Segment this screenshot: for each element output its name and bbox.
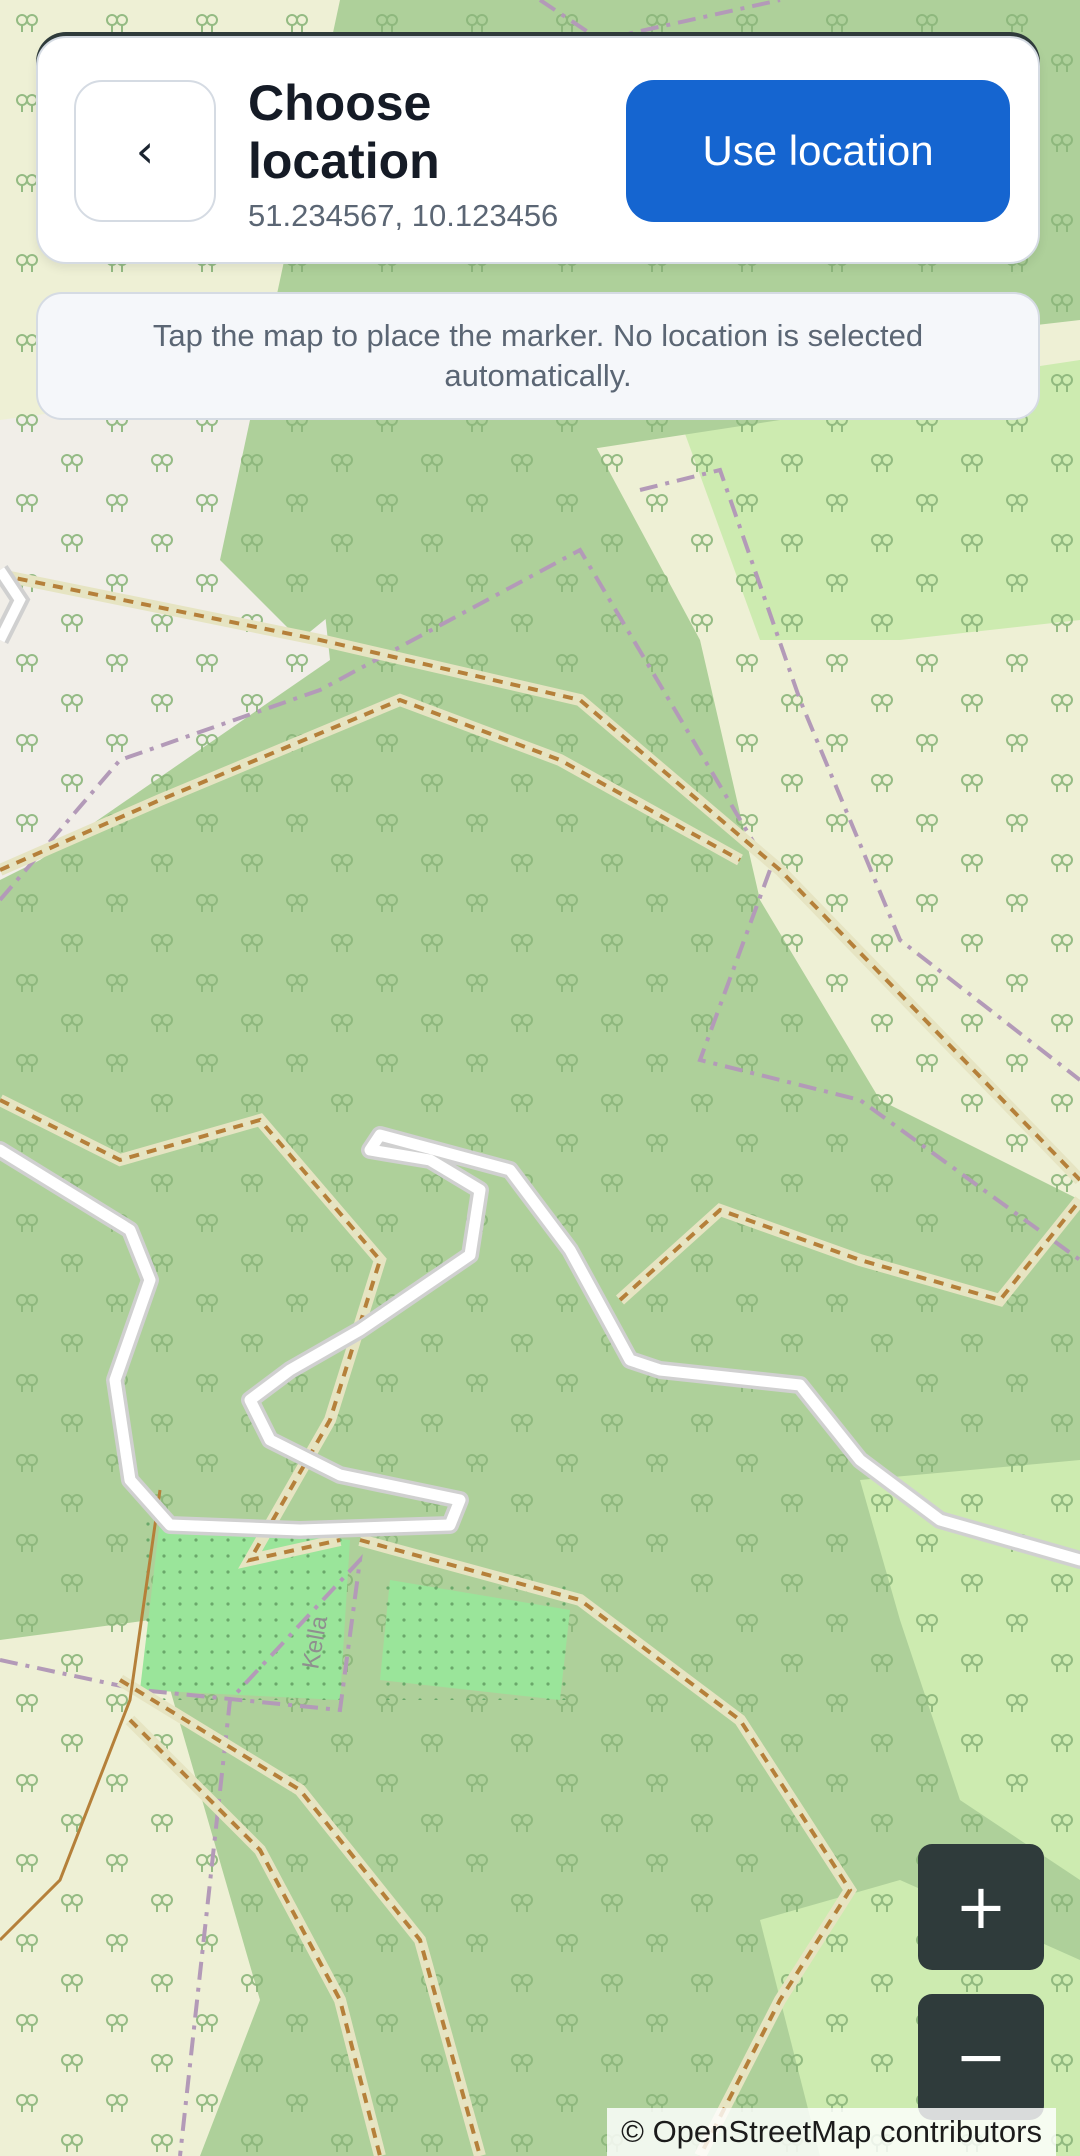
map-attribution[interactable]: © OpenStreetMap contributors [607,2108,1056,2156]
back-button[interactable]: ‹ [74,80,216,222]
page-title: Choose location [248,75,440,189]
attribution-text: © OpenStreetMap contributors [621,2114,1042,2149]
grass-plot-2-dots [380,1580,570,1700]
hint-banner: Tap the map to place the marker. No loca… [36,292,1040,420]
zoom-out-button[interactable]: − [918,1994,1044,2120]
coordinates-readout: 51.234567, 10.123456 [248,198,559,233]
hint-text: Tap the map to place the marker. No loca… [152,318,924,393]
plus-icon: + [955,1870,1007,1943]
location-header-card: ‹ Choose location 51.234567, 10.123456 U… [36,36,1040,264]
chevron-left-icon: ‹ [135,124,155,178]
minus-icon: − [955,2020,1007,2093]
app-root: Kella ‹ Choose location 51.234567, 10.12… [0,0,1080,2156]
use-location-button[interactable]: Use location [626,80,1010,222]
zoom-in-button[interactable]: + [918,1844,1044,1970]
